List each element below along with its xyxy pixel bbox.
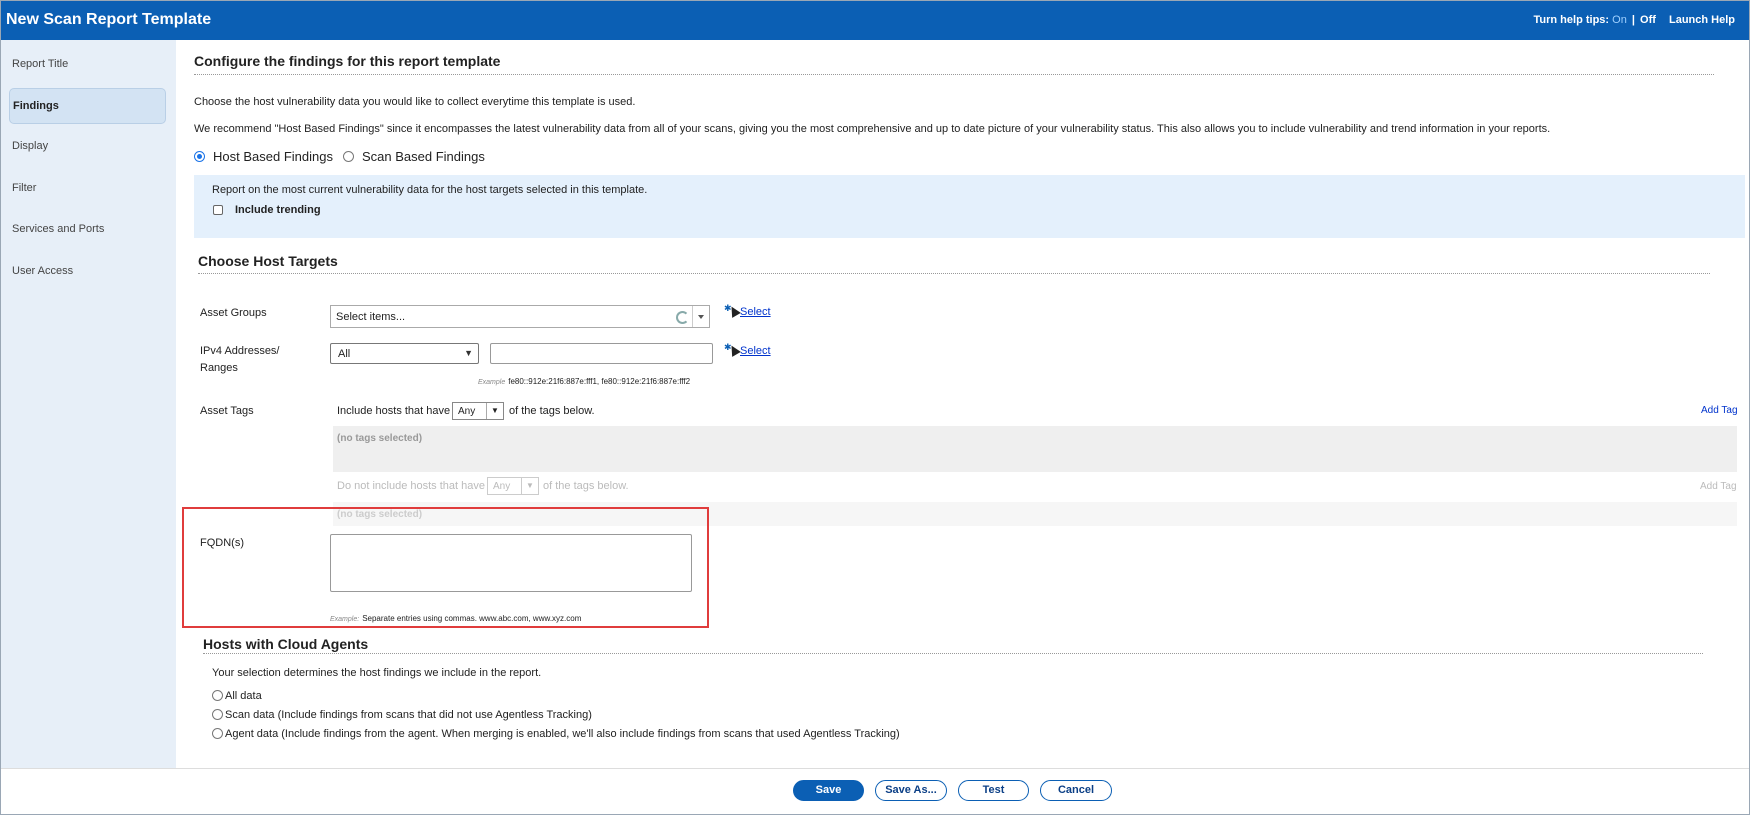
chevron-down-icon[interactable] <box>692 306 709 327</box>
include-trending-label[interactable]: Include trending <box>235 204 321 216</box>
ipv4-example-value: fe80::912e:21f6:887e:fff1, fe80::912e:21… <box>508 377 691 386</box>
exclude-any-dropdown[interactable]: Any ▼ <box>487 477 539 495</box>
fqdn-example-label: Example: <box>330 616 360 623</box>
sidebar-item-findings[interactable]: Findings <box>9 88 166 124</box>
help-off-link[interactable]: Off <box>1640 14 1656 26</box>
save-button[interactable]: Save <box>793 780 864 801</box>
fqdn-example-value: Separate entries using commas. www.abc.c… <box>362 614 582 623</box>
exclude-any-value: Any <box>493 481 511 492</box>
include-any-dropdown[interactable]: Any ▼ <box>452 402 504 420</box>
save-as-button[interactable]: Save As... <box>875 780 947 801</box>
ipv4-input[interactable] <box>490 343 713 364</box>
add-tag-link[interactable]: Add Tag <box>1701 405 1738 416</box>
include-no-tags: (no tags selected) <box>337 433 423 444</box>
ipv4-label-line1: IPv4 Addresses/ <box>200 345 280 357</box>
ipv4-scope-dropdown[interactable]: All ▼ <box>330 343 479 364</box>
agent-data-radio[interactable] <box>212 728 223 739</box>
chevron-down-icon: ▼ <box>521 478 538 494</box>
agent-data-label[interactable]: Agent data (Include findings from the ag… <box>225 728 900 740</box>
scan-based-label[interactable]: Scan Based Findings <box>362 149 485 164</box>
launch-help-link[interactable]: Launch Help <box>1669 14 1735 26</box>
sidebar-item-report-title[interactable]: Report Title <box>12 58 68 70</box>
asset-groups-placeholder: Select items... <box>336 311 406 323</box>
all-data-label[interactable]: All data <box>225 690 262 702</box>
help-separator: | <box>1631 14 1635 26</box>
exclude-hosts-text: Do not include hosts that have <box>337 480 485 492</box>
exclude-of-tags-below: of the tags below. <box>543 480 629 492</box>
asset-groups-select-link[interactable]: Select <box>740 306 771 318</box>
host-based-radio[interactable] <box>194 151 205 162</box>
sidebar-item-services-and-ports[interactable]: Services and Ports <box>12 223 104 235</box>
include-trending-checkbox[interactable] <box>213 205 223 215</box>
ipv4-example: Example fe80::912e:21f6:887e:fff1, fe80::… <box>478 377 690 386</box>
findings-intro: Choose the host vulnerability data you w… <box>194 96 636 108</box>
info-text: Report on the most current vulnerability… <box>212 184 648 196</box>
ipv4-example-label: Example <box>478 379 506 386</box>
asset-groups-select[interactable]: Select items... <box>330 305 710 328</box>
exclude-add-tag-link[interactable]: Add Tag <box>1700 481 1737 492</box>
findings-recommend: We recommend "Host Based Findings" since… <box>194 123 1551 135</box>
host-targets-heading: Choose Host Targets <box>198 253 338 269</box>
title-bar: New Scan Report Template Turn help tips:… <box>1 1 1749 40</box>
help-tips: Turn help tips: On | Off Launch Help <box>1534 14 1736 26</box>
help-tips-label: Turn help tips: <box>1533 14 1610 26</box>
chevron-down-icon: ▼ <box>486 403 503 419</box>
sidebar-item-user-access[interactable]: User Access <box>12 265 73 277</box>
page-title: New Scan Report Template <box>6 11 212 28</box>
findings-heading: Configure the findings for this report t… <box>194 53 501 69</box>
host-based-label[interactable]: Host Based Findings <box>213 149 333 164</box>
divider <box>194 74 1714 75</box>
cloud-agents-intro: Your selection determines the host findi… <box>212 667 542 679</box>
ipv4-label-line2: Ranges <box>200 362 238 374</box>
scan-based-radio[interactable] <box>343 151 354 162</box>
scan-data-radio[interactable] <box>212 709 223 720</box>
ipv4-select-link[interactable]: Select <box>740 345 771 357</box>
help-on-link[interactable]: On <box>1612 14 1627 26</box>
of-tags-below: of the tags below. <box>509 405 595 417</box>
all-data-radio[interactable] <box>212 690 223 701</box>
sidebar: Report Title Findings Display Filter Ser… <box>1 40 176 768</box>
fqdn-example: Example: Separate entries using commas. w… <box>330 614 581 623</box>
cancel-button[interactable]: Cancel <box>1040 780 1112 801</box>
test-button[interactable]: Test <box>958 780 1029 801</box>
refresh-icon[interactable] <box>676 311 689 324</box>
cloud-agents-heading: Hosts with Cloud Agents <box>203 636 369 652</box>
sidebar-item-filter[interactable]: Filter <box>12 182 36 194</box>
asset-groups-label: Asset Groups <box>200 307 267 319</box>
fqdn-textarea[interactable] <box>330 534 692 592</box>
divider <box>203 653 1703 654</box>
asset-tags-label: Asset Tags <box>200 405 254 417</box>
include-tags-box[interactable] <box>333 426 1737 472</box>
fqdn-label: FQDN(s) <box>200 537 244 549</box>
include-hosts-text: Include hosts that have <box>337 405 451 417</box>
divider <box>198 273 1710 274</box>
include-any-value: Any <box>458 406 476 417</box>
chevron-down-icon: ▼ <box>464 348 473 358</box>
ipv4-scope-value: All <box>338 348 351 360</box>
scan-data-label[interactable]: Scan data (Include findings from scans t… <box>225 709 592 721</box>
sidebar-item-display[interactable]: Display <box>12 140 48 152</box>
